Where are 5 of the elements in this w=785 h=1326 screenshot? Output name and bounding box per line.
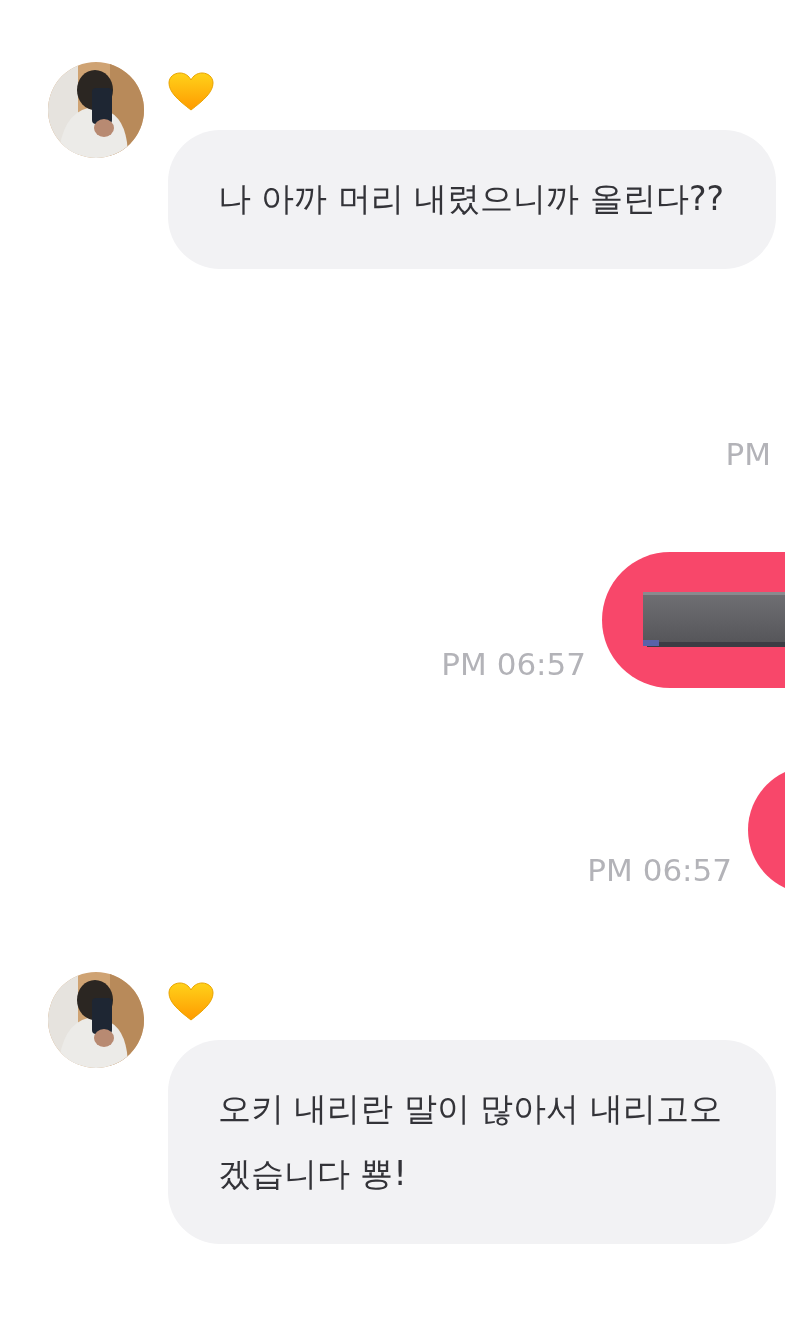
timestamp: PM 06:57 <box>441 645 586 684</box>
message-bubble[interactable]: 나 아까 머리 내렸으니까 올린다?? <box>168 130 776 269</box>
message-bubble[interactable]: 오키 내리란 말이 많아서 내리고오겠습니다 뿅! <box>168 1040 776 1244</box>
timestamp: PM <box>725 435 771 474</box>
timestamp: PM 06:57 <box>587 851 732 890</box>
